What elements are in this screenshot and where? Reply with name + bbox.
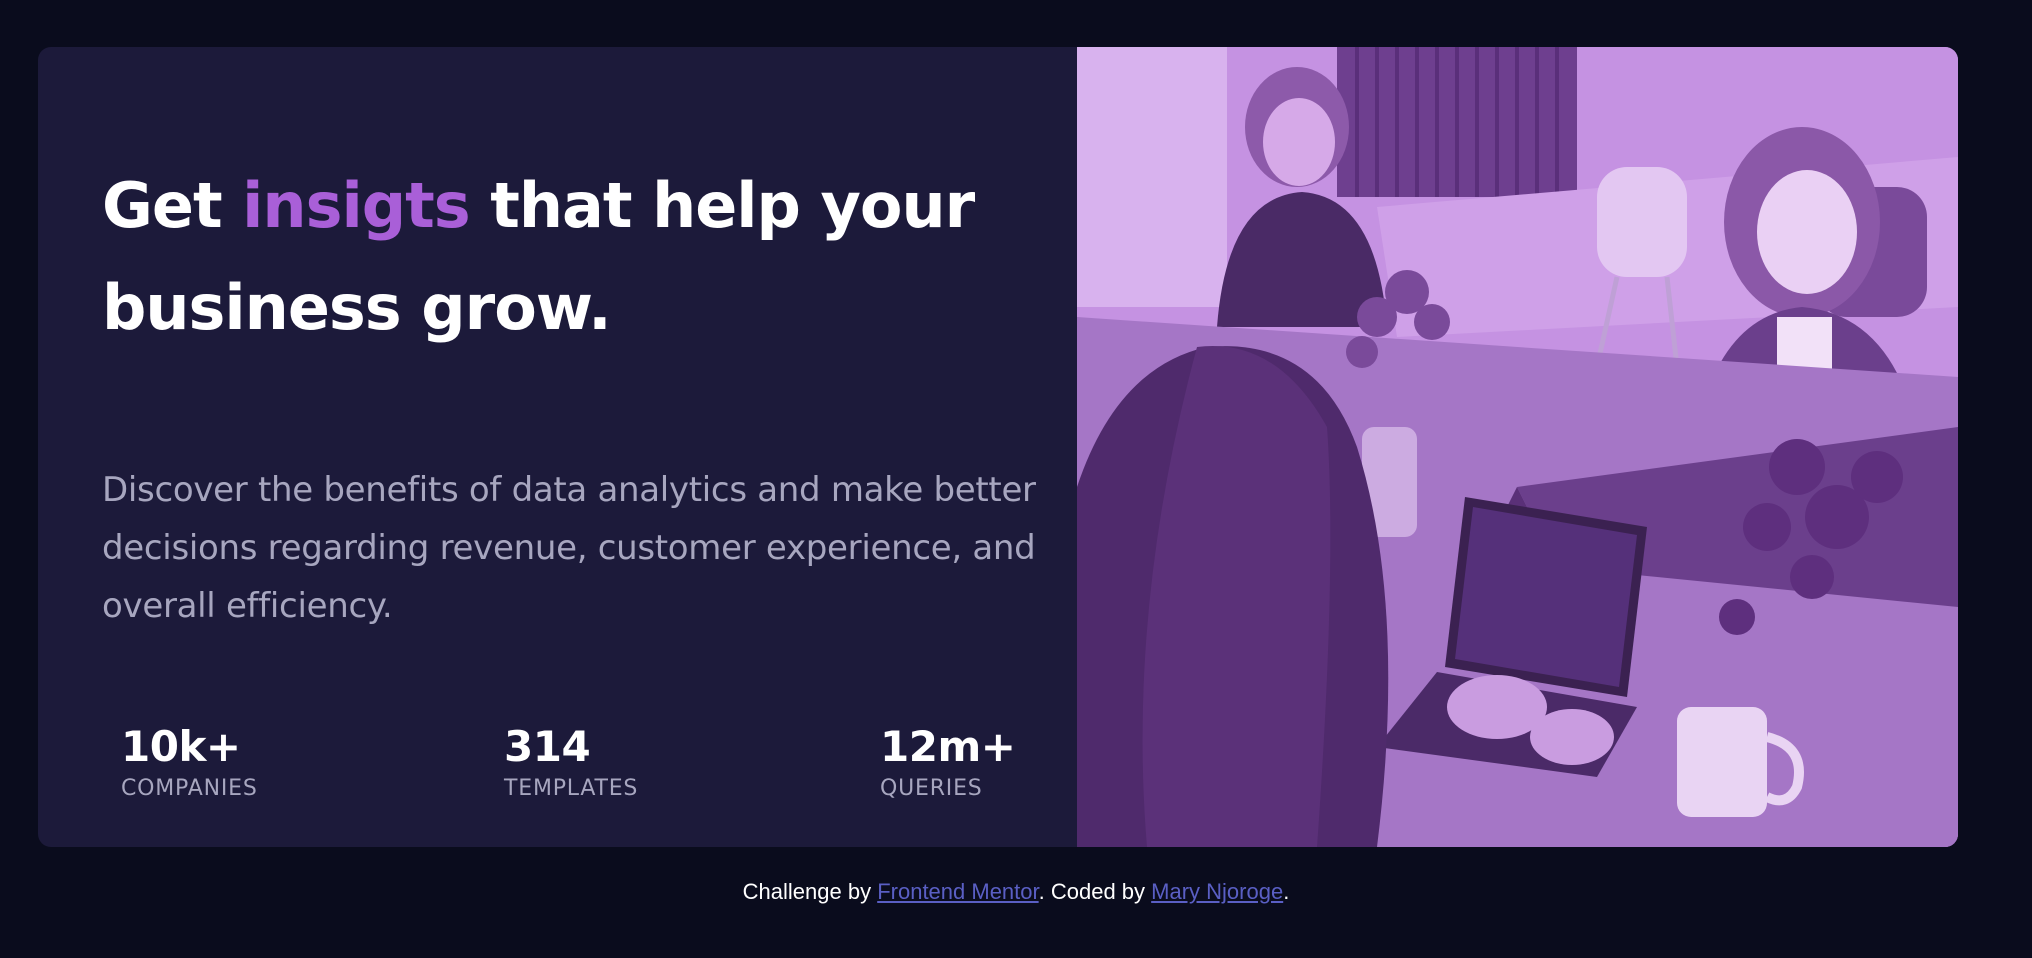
office-photo-illustration: [1077, 47, 1958, 847]
stat-value: 314: [504, 722, 591, 771]
headline: Get insigts that help your business grow…: [102, 155, 1022, 359]
stats-preview-card: Get insigts that help your business grow…: [38, 47, 1958, 847]
stat-queries: 12m+ QUERIES: [880, 722, 1016, 803]
author-link[interactable]: Mary Njoroge: [1151, 879, 1283, 904]
attribution-suffix: .: [1283, 879, 1290, 904]
header-image: [1077, 47, 1958, 847]
stat-value: 12m+: [880, 722, 1016, 771]
description: Discover the benefits of data analytics …: [102, 470, 1036, 626]
attribution-prefix: Challenge by: [742, 879, 878, 904]
stat-label: TEMPLATES: [504, 776, 639, 801]
frontend-mentor-link[interactable]: Frontend Mentor: [877, 879, 1038, 904]
headline-start: Get: [102, 169, 243, 242]
attribution-middle: . Coded by: [1038, 879, 1152, 904]
headline-accent: insigts: [242, 169, 470, 242]
stat-label: QUERIES: [880, 776, 983, 801]
card-content: Get insigts that help your business grow…: [38, 47, 1077, 847]
attribution: Challenge by Frontend Mentor. Coded by M…: [0, 875, 2032, 909]
stat-companies: 10k+ COMPANIES: [121, 723, 258, 803]
stat-templates: 314 TEMPLATES: [504, 723, 638, 803]
stat-value: 10k+: [121, 722, 241, 771]
stat-label: COMPANIES: [121, 776, 258, 801]
